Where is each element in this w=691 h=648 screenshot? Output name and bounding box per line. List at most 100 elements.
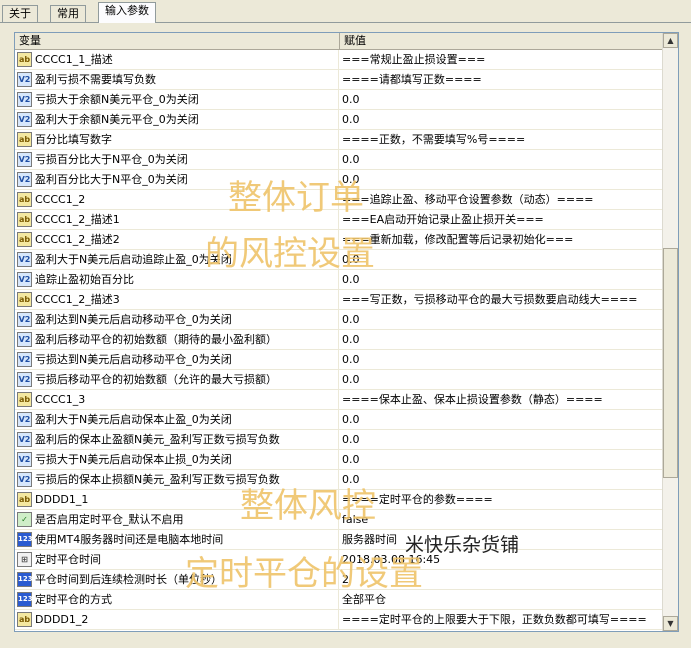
parameter-value[interactable]: ===重新加载，修改配置等后记录初始化=== — [340, 230, 663, 249]
parameter-value[interactable]: 2 — [340, 570, 663, 589]
parameter-row[interactable]: V2 亏损大于N美元后启动保本止损_0为关闭 0.0 — [15, 450, 663, 470]
parameter-name-cell[interactable]: V2 盈利后的保本止盈额N美元_盈利写正数亏损写负数 — [15, 430, 339, 449]
parameter-name-cell[interactable]: ab CCCC1_2_描述1 — [15, 210, 339, 229]
parameter-value[interactable]: ===常规止盈止损设置=== — [340, 50, 663, 69]
parameter-row[interactable]: 123 定时平仓的方式 全部平仓 — [15, 590, 663, 610]
tab-common[interactable]: 常用 — [50, 5, 86, 22]
parameter-value[interactable]: ====正数，不需要填写%号==== — [340, 130, 663, 149]
parameter-row[interactable]: V2 亏损后移动平仓的初始数额（允许的最大亏损额） 0.0 — [15, 370, 663, 390]
tab-input-params[interactable]: 输入参数 — [98, 2, 156, 23]
parameter-value[interactable]: 0.0 — [340, 330, 663, 349]
parameter-name: DDDD1_2 — [35, 613, 89, 626]
parameter-value[interactable]: 0.0 — [340, 150, 663, 169]
parameter-value[interactable]: 0.0 — [340, 450, 663, 469]
parameter-row[interactable]: V2 盈利亏损不需要填写负数 ====请都填写正数==== — [15, 70, 663, 90]
parameter-name-cell[interactable]: ✓ 是否启用定时平仓_默认不启用 — [15, 510, 339, 529]
parameter-value[interactable]: 0.0 — [340, 430, 663, 449]
parameter-value[interactable]: ===写正数，亏损移动平仓的最大亏损数要启动线大==== — [340, 290, 663, 309]
parameter-value[interactable]: 0.0 — [340, 250, 663, 269]
parameter-row[interactable]: ab CCCC1_2_描述2 ===重新加载，修改配置等后记录初始化=== — [15, 230, 663, 250]
parameter-value[interactable]: ===追踪止盈、移动平仓设置参数（动态）==== — [340, 190, 663, 209]
parameter-row[interactable]: 123 使用MT4服务器时间还是电脑本地时间 服务器时间 — [15, 530, 663, 550]
parameter-row[interactable]: V2 亏损大于余额N美元平仓_0为关闭 0.0 — [15, 90, 663, 110]
parameter-name-cell[interactable]: V2 亏损百分比大于N平仓_0为关闭 — [15, 150, 339, 169]
parameter-value[interactable]: 全部平仓 — [340, 590, 663, 609]
parameter-value[interactable]: 0.0 — [340, 470, 663, 489]
parameter-row[interactable]: V2 亏损后的保本止损额N美元_盈利写正数亏损写负数 0.0 — [15, 470, 663, 490]
parameter-name-cell[interactable]: V2 亏损大于N美元后启动保本止损_0为关闭 — [15, 450, 339, 469]
column-header-value[interactable]: 赋值 — [340, 33, 663, 49]
parameter-name-cell[interactable]: ab DDDD1_1 — [15, 490, 339, 509]
parameter-name-cell[interactable]: V2 盈利大于N美元后启动追踪止盈_0为关闭 — [15, 250, 339, 269]
parameter-row[interactable]: ab CCCC1_3 ====保本止盈、保本止损设置参数（静态）==== — [15, 390, 663, 410]
parameter-row[interactable]: V2 盈利达到N美元后启动移动平仓_0为关闭 0.0 — [15, 310, 663, 330]
parameter-name-cell[interactable]: ab CCCC1_2_描述2 — [15, 230, 339, 249]
parameter-name-cell[interactable]: ab 百分比填写数字 — [15, 130, 339, 149]
parameter-name-cell[interactable]: ab CCCC1_1_描述 — [15, 50, 339, 69]
parameter-value[interactable]: 0.0 — [340, 370, 663, 389]
parameter-value[interactable]: 0.0 — [340, 170, 663, 189]
param-type-dt-icon: ⊞ — [17, 552, 32, 567]
parameter-value[interactable]: 0.0 — [340, 410, 663, 429]
parameter-row[interactable]: V2 盈利后移动平仓的初始数额（期待的最小盈利额） 0.0 — [15, 330, 663, 350]
parameter-value[interactable]: 0.0 — [340, 270, 663, 289]
parameter-row[interactable]: V2 盈利大于N美元后启动保本止盈_0为关闭 0.0 — [15, 410, 663, 430]
parameter-name-cell[interactable]: V2 盈利亏损不需要填写负数 — [15, 70, 339, 89]
parameter-value[interactable]: 0.0 — [340, 310, 663, 329]
parameter-value[interactable]: ====保本止盈、保本止损设置参数（静态）==== — [340, 390, 663, 409]
parameter-name: 追踪止盈初始百分比 — [35, 273, 134, 286]
parameter-name-cell[interactable]: ab CCCC1_3 — [15, 390, 339, 409]
parameter-name-cell[interactable]: ⊞ 定时平仓时间 — [15, 550, 339, 569]
parameter-value[interactable]: 0.0 — [340, 350, 663, 369]
parameter-name-cell[interactable]: V2 盈利百分比大于N平仓_0为关闭 — [15, 170, 339, 189]
parameter-name-cell[interactable]: ab DDDD1_2 — [15, 610, 339, 629]
parameter-row[interactable]: V2 盈利大于余额N美元平仓_0为关闭 0.0 — [15, 110, 663, 130]
parameter-row[interactable]: V2 亏损达到N美元后启动移动平仓_0为关闭 0.0 — [15, 350, 663, 370]
vertical-scrollbar[interactable]: ▲ ▼ — [662, 33, 678, 631]
parameter-name-cell[interactable]: V2 盈利大于N美元后启动保本止盈_0为关闭 — [15, 410, 339, 429]
parameter-row[interactable]: 123 平仓时间到后连续检测时长（单位秒） 2 — [15, 570, 663, 590]
parameter-value[interactable]: 0.0 — [340, 110, 663, 129]
parameter-row[interactable]: ab CCCC1_2_描述1 ===EA启动开始记录止盈止损开关=== — [15, 210, 663, 230]
parameter-name: DDDD1_1 — [35, 493, 89, 506]
parameter-name-cell[interactable]: V2 盈利大于余额N美元平仓_0为关闭 — [15, 110, 339, 129]
scroll-thumb[interactable] — [663, 248, 678, 478]
scroll-up-icon[interactable]: ▲ — [663, 33, 678, 48]
tab-bar: 关于 常用 输入参数 — [0, 0, 691, 23]
parameter-row[interactable]: V2 盈利百分比大于N平仓_0为关闭 0.0 — [15, 170, 663, 190]
parameter-value[interactable]: 0.0 — [340, 90, 663, 109]
parameter-value[interactable]: ====定时平仓的上限要大于下限，正数负数都可填写==== — [340, 610, 663, 629]
parameter-row[interactable]: ✓ 是否启用定时平仓_默认不启用 false — [15, 510, 663, 530]
parameter-row[interactable]: ab CCCC1_2_描述3 ===写正数，亏损移动平仓的最大亏损数要启动线大===… — [15, 290, 663, 310]
scroll-down-icon[interactable]: ▼ — [663, 616, 678, 631]
column-header-variable[interactable]: 变量 — [15, 33, 340, 49]
parameter-name-cell[interactable]: V2 亏损后移动平仓的初始数额（允许的最大亏损额） — [15, 370, 339, 389]
parameter-row[interactable]: ab DDDD1_2 ====定时平仓的上限要大于下限，正数负数都可填写==== — [15, 610, 663, 630]
parameter-name-cell[interactable]: V2 盈利达到N美元后启动移动平仓_0为关闭 — [15, 310, 339, 329]
parameter-row[interactable]: V2 盈利后的保本止盈额N美元_盈利写正数亏损写负数 0.0 — [15, 430, 663, 450]
parameter-name-cell[interactable]: ab CCCC1_2 — [15, 190, 339, 209]
parameter-name: 盈利后移动平仓的初始数额（期待的最小盈利额） — [35, 333, 277, 346]
parameter-name-cell[interactable]: 123 平仓时间到后连续检测时长（单位秒） — [15, 570, 339, 589]
parameter-row[interactable]: ⊞ 定时平仓时间 2018.03.08 16:45 — [15, 550, 663, 570]
parameter-row[interactable]: V2 亏损百分比大于N平仓_0为关闭 0.0 — [15, 150, 663, 170]
parameter-name-cell[interactable]: 123 定时平仓的方式 — [15, 590, 339, 609]
parameter-name-cell[interactable]: V2 追踪止盈初始百分比 — [15, 270, 339, 289]
parameter-value[interactable]: false — [340, 510, 663, 529]
parameter-value[interactable]: ====定时平仓的参数==== — [340, 490, 663, 509]
parameter-row[interactable]: ab DDDD1_1 ====定时平仓的参数==== — [15, 490, 663, 510]
parameter-row[interactable]: V2 追踪止盈初始百分比 0.0 — [15, 270, 663, 290]
tab-about[interactable]: 关于 — [2, 5, 38, 22]
parameter-row[interactable]: V2 盈利大于N美元后启动追踪止盈_0为关闭 0.0 — [15, 250, 663, 270]
parameter-name-cell[interactable]: 123 使用MT4服务器时间还是电脑本地时间 — [15, 530, 339, 549]
parameter-value[interactable]: ===EA启动开始记录止盈止损开关=== — [340, 210, 663, 229]
parameter-row[interactable]: ab CCCC1_1_描述 ===常规止盈止损设置=== — [15, 50, 663, 70]
parameter-value[interactable]: ====请都填写正数==== — [340, 70, 663, 89]
parameter-row[interactable]: ab 百分比填写数字 ====正数，不需要填写%号==== — [15, 130, 663, 150]
parameter-name-cell[interactable]: V2 亏损大于余额N美元平仓_0为关闭 — [15, 90, 339, 109]
parameter-name-cell[interactable]: V2 亏损后的保本止损额N美元_盈利写正数亏损写负数 — [15, 470, 339, 489]
parameter-name-cell[interactable]: V2 亏损达到N美元后启动移动平仓_0为关闭 — [15, 350, 339, 369]
parameter-name-cell[interactable]: V2 盈利后移动平仓的初始数额（期待的最小盈利额） — [15, 330, 339, 349]
parameter-name-cell[interactable]: ab CCCC1_2_描述3 — [15, 290, 339, 309]
parameter-row[interactable]: ab CCCC1_2 ===追踪止盈、移动平仓设置参数（动态）==== — [15, 190, 663, 210]
